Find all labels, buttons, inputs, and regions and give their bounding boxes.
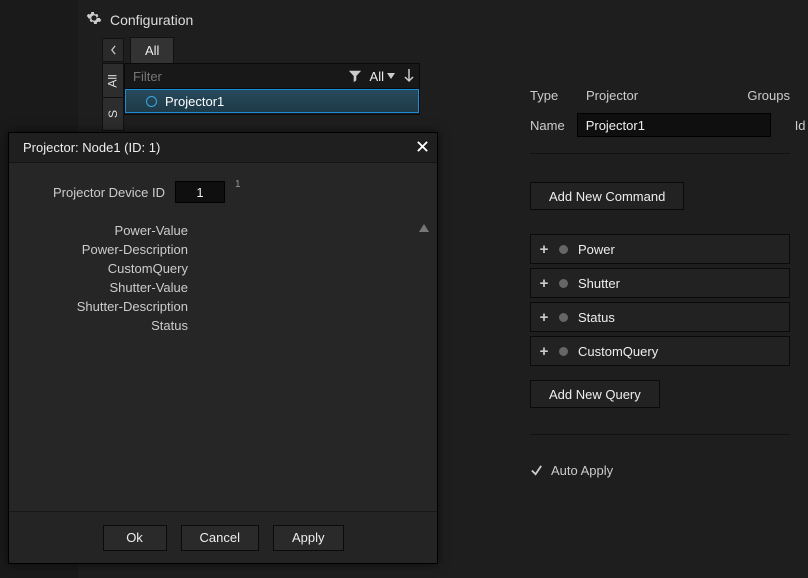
page-title: Configuration: [110, 12, 193, 28]
property-list[interactable]: Power-Value Power-Description CustomQuer…: [25, 221, 421, 391]
command-label: Shutter: [578, 276, 620, 291]
command-row[interactable]: + CustomQuery: [530, 336, 790, 366]
scroll-up-icon[interactable]: [419, 223, 429, 235]
expand-icon[interactable]: +: [539, 241, 549, 258]
apply-button[interactable]: Apply: [273, 525, 344, 551]
vertical-tabs: All S: [102, 63, 124, 131]
property-item[interactable]: Status: [25, 316, 188, 335]
cancel-button[interactable]: Cancel: [181, 525, 259, 551]
name-field[interactable]: [577, 113, 771, 137]
command-label: Status: [578, 310, 615, 325]
expand-icon[interactable]: +: [539, 275, 549, 292]
command-row[interactable]: + Power: [530, 234, 790, 264]
close-button[interactable]: [416, 140, 429, 156]
expand-icon[interactable]: +: [539, 343, 549, 360]
close-icon: [416, 140, 429, 153]
label-id: Id: [795, 118, 806, 133]
command-list: + Power + Shutter + Status + CustomQuery: [530, 234, 790, 366]
list-item-label: Projector1: [165, 94, 224, 109]
status-dot-icon: [559, 245, 568, 254]
filter-area: All Projector1: [124, 63, 420, 131]
property-item[interactable]: Shutter-Value: [25, 278, 188, 297]
status-dot-icon: [559, 347, 568, 356]
divider: [530, 153, 790, 154]
projector-dialog: Projector: Node1 (ID: 1) Projector Devic…: [8, 132, 438, 564]
label-groups: Groups: [747, 88, 790, 103]
gear-icon: [86, 10, 102, 29]
device-id-sup: 1: [235, 179, 241, 190]
type-value: Projector: [586, 88, 735, 103]
sort-button[interactable]: [403, 69, 415, 83]
command-label: Power: [578, 242, 615, 257]
divider: [530, 434, 790, 435]
label-name: Name: [530, 118, 565, 133]
status-dot-icon: [146, 96, 157, 107]
check-icon: [530, 464, 543, 477]
dialog-footer: Ok Cancel Apply: [9, 511, 437, 563]
filter-bar: All: [124, 63, 420, 89]
status-dot-icon: [559, 279, 568, 288]
add-command-button[interactable]: Add New Command: [530, 182, 684, 210]
dialog-titlebar[interactable]: Projector: Node1 (ID: 1): [9, 133, 437, 163]
command-label: CustomQuery: [578, 344, 658, 359]
device-list: Projector1: [124, 89, 420, 115]
label-type: Type: [530, 88, 574, 103]
vtab-s[interactable]: S: [102, 97, 124, 131]
page-header: Configuration: [78, 0, 808, 37]
list-item[interactable]: Projector1: [125, 89, 419, 113]
vtab-all[interactable]: All: [102, 63, 124, 97]
funnel-icon[interactable]: [348, 69, 362, 83]
tab-all[interactable]: All: [130, 37, 174, 63]
property-item[interactable]: CustomQuery: [25, 259, 188, 278]
dialog-body: Projector Device ID 1 Power-Value Power-…: [9, 163, 437, 511]
tabs-row: All: [102, 37, 808, 63]
add-query-button[interactable]: Add New Query: [530, 380, 660, 408]
device-id-field[interactable]: [175, 181, 225, 203]
property-item[interactable]: Shutter-Description: [25, 297, 188, 316]
expand-icon[interactable]: +: [539, 309, 549, 326]
label-device-id: Projector Device ID: [25, 185, 165, 200]
status-dot-icon: [559, 313, 568, 322]
filter-all-dropdown[interactable]: All: [366, 69, 399, 84]
tabs-back-button[interactable]: [102, 38, 124, 62]
chevron-down-icon: [387, 73, 395, 79]
auto-apply-label: Auto Apply: [551, 463, 613, 478]
property-item[interactable]: Power-Value: [25, 221, 188, 240]
command-row[interactable]: + Shutter: [530, 268, 790, 298]
property-item[interactable]: Power-Description: [25, 240, 188, 259]
auto-apply-checkbox[interactable]: Auto Apply: [530, 463, 790, 478]
filter-input[interactable]: [125, 64, 344, 88]
dialog-title: Projector: Node1 (ID: 1): [23, 140, 160, 155]
command-row[interactable]: + Status: [530, 302, 790, 332]
detail-panel: Type Projector Groups Name Id Add New Co…: [518, 80, 802, 486]
ok-button[interactable]: Ok: [103, 525, 167, 551]
